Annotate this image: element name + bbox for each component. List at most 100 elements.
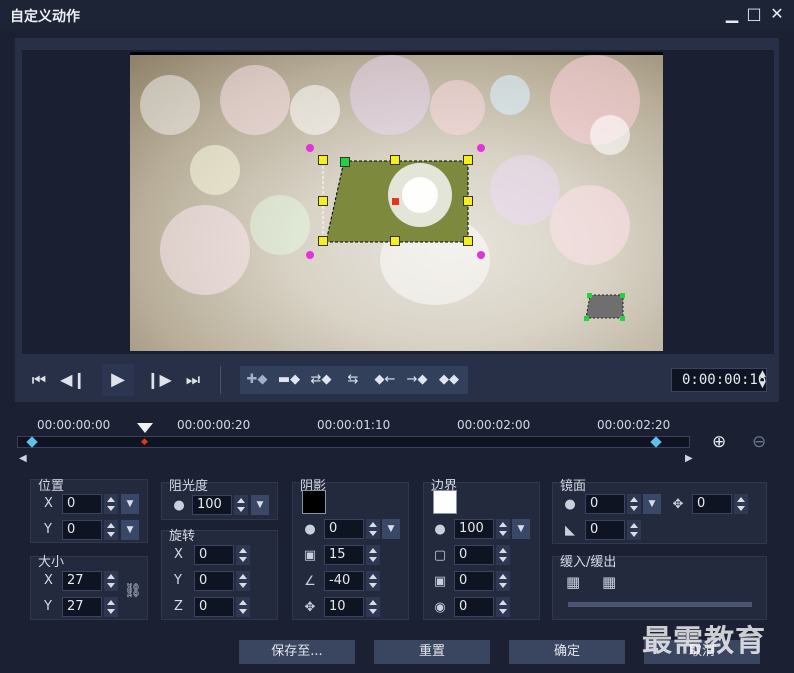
rotate-handle-top-left[interactable] xyxy=(306,144,314,152)
size-y-input[interactable]: 27 xyxy=(62,597,102,617)
mirror-offset-input[interactable]: 0 xyxy=(692,494,732,514)
go-to-start-icon[interactable]: ⏮ xyxy=(25,366,53,394)
mirror-fade-input[interactable]: 0 xyxy=(585,520,625,540)
border-opacity-dropdown[interactable]: ▼ xyxy=(512,519,530,539)
border-opacity-spinner[interactable] xyxy=(496,519,510,539)
mirror-offset-spinner[interactable] xyxy=(734,494,748,514)
end-position-shape[interactable] xyxy=(580,290,630,325)
shadow-distance-input[interactable]: 10 xyxy=(324,597,364,617)
shadow-color-swatch[interactable] xyxy=(302,490,326,514)
shadow-opacity-icon: ● xyxy=(304,522,316,537)
shadow-angle-spinner[interactable] xyxy=(366,571,380,591)
link-icon[interactable]: ⛓ xyxy=(124,584,142,598)
distort-handle[interactable] xyxy=(340,157,350,167)
mirror-title: 镜面 xyxy=(560,479,587,494)
ease-in-icon[interactable]: ▦ xyxy=(566,575,580,590)
resize-handle-bottom-left[interactable] xyxy=(318,236,328,246)
ok-button[interactable]: 确定 xyxy=(509,640,625,664)
playhead[interactable] xyxy=(137,423,153,433)
border-width-spinner[interactable] xyxy=(496,545,510,565)
reset-button[interactable]: 重置 xyxy=(374,640,490,664)
position-x-input[interactable]: 0 xyxy=(62,494,102,514)
rotation-y-spinner[interactable] xyxy=(236,571,250,591)
move-keyframe-left-icon[interactable]: ◆← xyxy=(370,366,400,394)
position-x-dropdown[interactable]: ▼ xyxy=(121,494,139,514)
resize-handle-top[interactable] xyxy=(390,155,400,165)
mirror-opacity-icon: ● xyxy=(564,497,576,512)
opacity-input[interactable]: 100 xyxy=(192,495,232,515)
close-icon[interactable]: ✕ xyxy=(767,4,787,24)
window-title: 自定义动作 xyxy=(10,9,80,25)
rotate-handle-bottom-left[interactable] xyxy=(306,251,314,259)
timeline-label: 00:00:01:10 xyxy=(317,418,391,432)
position-y-dropdown[interactable]: ▼ xyxy=(121,520,139,540)
swap-keyframes-icon[interactable]: ⇆ xyxy=(338,366,368,394)
go-to-end-icon[interactable]: ⏭ xyxy=(179,366,207,394)
rotation-z-input[interactable]: 0 xyxy=(194,597,234,617)
resize-handle-top-left[interactable] xyxy=(318,155,328,165)
opacity-dropdown[interactable]: ▼ xyxy=(251,495,269,515)
border-blur-input[interactable]: 0 xyxy=(454,571,494,591)
mirror-opacity-dropdown[interactable]: ▼ xyxy=(643,494,661,514)
ease-out-icon[interactable]: ▦ xyxy=(602,575,616,590)
resize-handle-left[interactable] xyxy=(318,196,328,206)
resize-handle-bottom-right[interactable] xyxy=(463,236,473,246)
anchor-point[interactable] xyxy=(392,198,399,205)
shadow-blur-input[interactable]: 15 xyxy=(324,545,364,565)
shadow-blur-spinner[interactable] xyxy=(366,545,380,565)
size-x-spinner[interactable] xyxy=(104,571,118,591)
previous-frame-icon[interactable]: ◀❙ xyxy=(59,366,87,394)
zoom-in-icon[interactable]: ⊕ xyxy=(712,432,726,452)
copy-keyframe-icon[interactable]: ◆◆ xyxy=(434,366,464,394)
border-radius-input[interactable]: 0 xyxy=(454,597,494,617)
next-frame-icon[interactable]: ❙▶ xyxy=(145,366,173,394)
shadow-distance-spinner[interactable] xyxy=(366,597,380,617)
divider xyxy=(220,366,221,394)
border-color-swatch[interactable] xyxy=(433,490,457,514)
rotation-y-input[interactable]: 0 xyxy=(194,571,234,591)
rotation-z-spinner[interactable] xyxy=(236,597,250,617)
scroll-left-icon[interactable]: ◀ xyxy=(19,453,27,464)
position-y-label: Y xyxy=(44,522,52,537)
mirror-opacity-input[interactable]: 0 xyxy=(585,494,625,514)
save-to-button[interactable]: 保存至... xyxy=(239,640,355,664)
remove-keyframe-icon[interactable]: ▬◆ xyxy=(274,366,304,394)
border-opacity-input[interactable]: 100 xyxy=(454,519,494,539)
resize-handle-right[interactable] xyxy=(463,196,473,206)
rotation-y-label: Y xyxy=(174,573,182,588)
timeline-track[interactable] xyxy=(17,436,690,448)
timecode-spinner[interactable]: ▲ ▼ xyxy=(759,369,771,391)
resize-handle-bottom[interactable] xyxy=(390,236,400,246)
rotation-x-spinner[interactable] xyxy=(236,545,250,565)
shadow-angle-input[interactable]: -40 xyxy=(324,571,364,591)
scroll-right-icon[interactable]: ▶ xyxy=(685,453,693,464)
shadow-opacity-dropdown[interactable]: ▼ xyxy=(382,519,400,539)
position-y-input[interactable]: 0 xyxy=(62,520,102,540)
maximize-icon[interactable]: □ xyxy=(744,4,764,24)
rotate-handle-bottom-right[interactable] xyxy=(477,251,485,259)
mirror-opacity-spinner[interactable] xyxy=(627,494,641,514)
timecode-display[interactable]: 0:00:00:16 xyxy=(671,368,767,392)
resize-handle-top-right[interactable] xyxy=(463,155,473,165)
easing-slider[interactable] xyxy=(568,602,752,607)
position-y-spinner[interactable] xyxy=(104,520,118,540)
border-radius-spinner[interactable] xyxy=(496,597,510,617)
opacity-spinner[interactable] xyxy=(234,495,248,515)
size-y-spinner[interactable] xyxy=(104,597,118,617)
play-button[interactable]: ▶ xyxy=(102,364,134,396)
move-keyframe-right-icon[interactable]: →◆ xyxy=(402,366,432,394)
minimize-icon[interactable]: ▁ xyxy=(722,4,742,24)
shadow-opacity-input[interactable]: 0 xyxy=(324,519,364,539)
mirror-fade-spinner[interactable] xyxy=(627,520,641,540)
rotate-handle-top-right[interactable] xyxy=(477,144,485,152)
position-x-spinner[interactable] xyxy=(104,494,118,514)
add-keyframe-icon[interactable]: ✚◆ xyxy=(242,366,272,394)
border-width-input[interactable]: 0 xyxy=(454,545,494,565)
shadow-opacity-spinner[interactable] xyxy=(366,519,380,539)
border-blur-spinner[interactable] xyxy=(496,571,510,591)
zoom-out-icon[interactable]: ⊖ xyxy=(752,432,766,452)
timeline-label: 00:00:00:00 xyxy=(37,418,111,432)
rotation-x-input[interactable]: 0 xyxy=(194,545,234,565)
size-x-input[interactable]: 27 xyxy=(62,571,102,591)
reverse-keyframes-icon[interactable]: ⇄◆ xyxy=(306,366,336,394)
